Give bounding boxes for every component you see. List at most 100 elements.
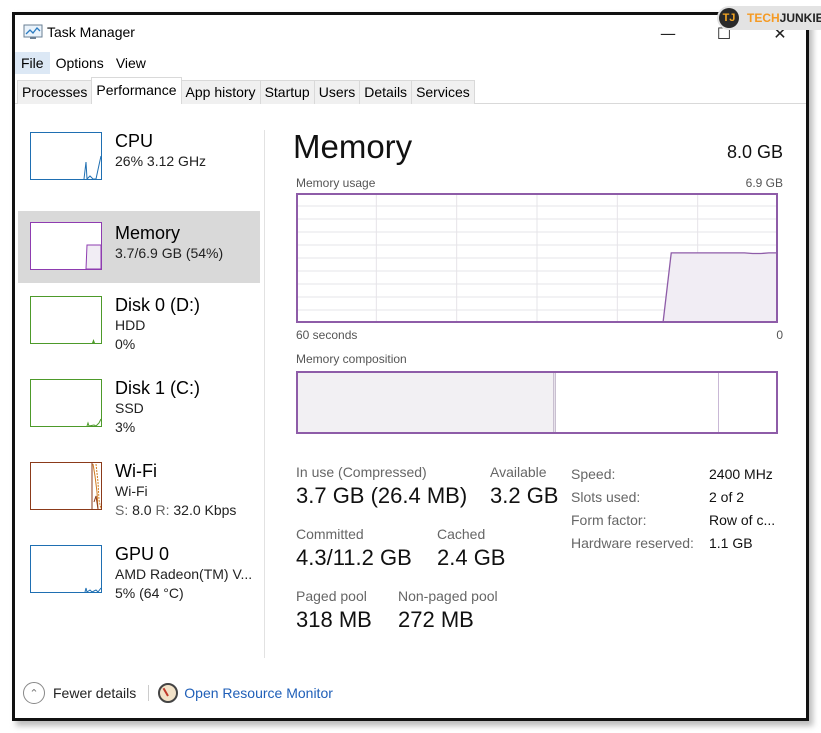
sidebar-item-memory[interactable]: Memory 3.7/6.9 GB (54%) [18, 211, 260, 283]
stat-paged-pool: Paged pool 318 MB [296, 588, 372, 633]
stat-available-value: 3.2 GB [490, 483, 559, 508]
sidebar-item-wifi[interactable]: Wi-Fi Wi-Fi S: 8.0 R: 32.0 Kbps [18, 460, 260, 532]
disk-0-usage: 0% [115, 336, 136, 352]
footer: ⌃ Fewer details Open Resource Monitor [23, 680, 333, 706]
stat-non-paged-pool-label: Non-paged pool [398, 588, 498, 604]
title-bar[interactable]: Task Manager — ☐ ✕ [15, 15, 806, 51]
stat-available: Available 3.2 GB [490, 464, 558, 509]
disk-0-type: HDD [115, 317, 146, 333]
graph-axis-right: 0 [776, 328, 783, 342]
task-manager-app-icon [23, 24, 43, 39]
stat-non-paged-pool: Non-paged pool 272 MB [398, 588, 498, 633]
page-title: Memory [293, 128, 413, 165]
gpu-0-title: GPU 0 [115, 544, 170, 564]
cpu-usage: 26% 3.12 GHz [115, 153, 207, 169]
composition-standby [556, 373, 719, 432]
wifi-title: Wi-Fi [115, 461, 157, 481]
fewer-details-button[interactable]: Fewer details [53, 685, 136, 701]
stat-cached-label: Cached [437, 526, 486, 542]
gpu-0-usage: 5% (64 °C) [115, 585, 184, 601]
stat-available-label: Available [490, 464, 547, 480]
stat-in-use-value: 3.7 GB (26.4 MB) [296, 483, 468, 508]
footer-separator [148, 685, 150, 701]
spec-hardware-reserved-key: Hardware reserved: [571, 535, 694, 551]
tab-users[interactable]: Users [313, 80, 361, 104]
disk-0-mini-graph [30, 296, 102, 344]
task-manager-window: Task Manager — ☐ ✕ TJ TECHJUNKIE File Opt… [12, 6, 821, 721]
usage-area [663, 252, 777, 322]
techjunkie-logo-icon: TJ [719, 8, 739, 28]
window-title: Task Manager [47, 24, 135, 40]
composition-in-use [298, 373, 554, 432]
stat-committed-label: Committed [296, 526, 364, 542]
wifi-adapter: Wi-Fi [115, 483, 148, 499]
resource-monitor-icon[interactable] [158, 683, 179, 703]
wifi-send-value: 8.0 [132, 502, 152, 518]
spec-hardware-reserved-value: 1.1 GB [709, 535, 753, 551]
cpu-mini-graph [30, 132, 102, 180]
wifi-recv-label: R: [155, 502, 170, 518]
wifi-mini-graph [30, 462, 102, 510]
menu-bar: File Options View [15, 52, 152, 74]
memory-usage-label: Memory usage [296, 176, 376, 190]
spec-slots-key: Slots used: [571, 489, 641, 505]
stat-non-paged-pool-value: 272 MB [398, 607, 474, 632]
memory-usage-graph [296, 193, 778, 323]
disk-0-title: Disk 0 (D:) [115, 295, 200, 315]
menu-options[interactable]: Options [50, 52, 110, 74]
wifi-send-label: S: [115, 502, 129, 518]
memory-composition-label: Memory composition [296, 352, 407, 366]
menu-view[interactable]: View [110, 52, 152, 74]
sidebar-item-cpu[interactable]: CPU 26% 3.12 GHz [18, 130, 260, 202]
watermark-tech: TECH [747, 11, 780, 25]
sidebar-item-gpu-0[interactable]: GPU 0 AMD Radeon(TM) V... 5% (64 °C) [18, 543, 260, 615]
gpu-0-mini-graph [30, 545, 102, 593]
memory-total: 8.0 GB [726, 142, 783, 162]
minimize-icon: — [660, 23, 676, 43]
sidebar-item-disk-0[interactable]: Disk 0 (D:) HDD 0% [18, 294, 260, 366]
spec-slots-value: 2 of 2 [709, 489, 745, 505]
gpu-0-model: AMD Radeon(TM) V... [115, 566, 253, 582]
memory-title: Memory [115, 223, 181, 243]
tab-startup[interactable]: Startup [259, 80, 315, 104]
chevron-up-icon[interactable]: ⌃ [23, 682, 45, 704]
spec-form-factor-key: Form factor: [571, 512, 647, 528]
tab-details[interactable]: Details [359, 80, 413, 104]
performance-sidebar: CPU 26% 3.12 GHz Memory 3.7/6.9 GB (54%)… [18, 130, 260, 626]
wifi-throughput: S: 8.0 R: 32.0 Kbps [115, 501, 236, 520]
wifi-recv-value: 32.0 Kbps [173, 502, 237, 518]
tab-processes[interactable]: Processes [17, 80, 93, 104]
disk-1-mini-graph [30, 379, 102, 427]
stat-cached-value: 2.4 GB [437, 545, 506, 570]
stat-committed: Committed 4.3/11.2 GB [296, 526, 412, 571]
spec-form-factor-value: Row of c... [709, 512, 776, 528]
disk-1-usage: 3% [115, 419, 136, 435]
minimize-button[interactable]: — [645, 19, 691, 47]
stat-in-use-label: In use (Compressed) [296, 464, 427, 480]
stat-cached: Cached 2.4 GB [437, 526, 505, 571]
tab-bar: Processes Performance App history Startu… [15, 77, 806, 104]
tab-services[interactable]: Services [411, 80, 475, 104]
stat-in-use: In use (Compressed) 3.7 GB (26.4 MB) [296, 464, 467, 509]
cpu-title: CPU [115, 131, 154, 151]
disk-1-title: Disk 1 (C:) [115, 378, 200, 398]
sidebar-divider[interactable] [264, 130, 265, 658]
memory-usage-max: 6.9 GB [745, 176, 783, 190]
tab-performance[interactable]: Performance [91, 77, 182, 104]
techjunkie-watermark: TJ TECHJUNKIE [717, 6, 821, 30]
tab-app-history[interactable]: App history [180, 80, 261, 104]
stat-committed-value: 4.3/11.2 GB [296, 545, 412, 570]
spec-speed-value: 2400 MHz [709, 466, 773, 482]
graph-axis-left: 60 seconds [296, 328, 358, 342]
stat-paged-pool-label: Paged pool [296, 588, 367, 604]
memory-composition-bar [296, 371, 778, 434]
sidebar-item-disk-1[interactable]: Disk 1 (C:) SSD 3% [18, 377, 260, 449]
stat-paged-pool-value: 318 MB [296, 607, 372, 632]
open-resource-monitor-link[interactable]: Open Resource Monitor [184, 685, 333, 701]
memory-usage: 3.7/6.9 GB (54%) [115, 245, 224, 261]
memory-mini-graph [30, 222, 102, 270]
menu-file[interactable]: File [15, 52, 50, 74]
composition-free [718, 373, 776, 432]
disk-1-type: SSD [115, 400, 144, 416]
spec-speed-key: Speed: [571, 466, 616, 482]
